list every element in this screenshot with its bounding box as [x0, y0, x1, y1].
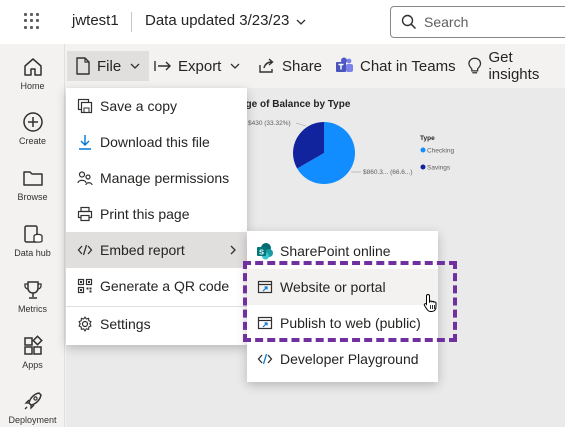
hand-cursor-icon: [423, 293, 437, 312]
share-button[interactable]: Share: [258, 51, 322, 81]
command-bar: File Export Share Chat in Teams Get insi…: [65, 44, 565, 88]
code-icon: [257, 353, 272, 365]
menu-item-manage-permissions[interactable]: Manage permissions: [66, 160, 247, 196]
submenu-item-developer-playground[interactable]: Developer Playground: [247, 341, 438, 377]
share-icon: [259, 58, 274, 73]
legend-entry-checking: Checking: [427, 148, 454, 155]
data-label-checking: $860.3... (66.6...): [363, 169, 413, 176]
chat-label: Chat in Teams: [360, 57, 456, 75]
folder-icon: [22, 171, 43, 186]
nav-label-home: Home: [20, 81, 45, 91]
export-button[interactable]: Export: [154, 51, 240, 81]
trophy-icon: [23, 281, 42, 299]
submenu-label: Developer Playground: [280, 351, 419, 367]
search-placeholder: Search: [424, 14, 469, 30]
chevron-down-icon: [130, 63, 140, 69]
plus-circle-icon: [22, 112, 43, 132]
nav-label-apps: Apps: [22, 360, 43, 370]
left-navigation: Home Create Browse Data hub Metrics Apps…: [0, 44, 65, 427]
nav-item-home[interactable]: Home: [0, 56, 65, 91]
sharepoint-icon: S: [256, 243, 273, 260]
download-icon: [79, 135, 91, 150]
save-copy-icon: [77, 98, 93, 114]
menu-item-download[interactable]: Download this file: [66, 124, 247, 160]
leader-line-savings: [295, 122, 307, 127]
nav-label-metrics: Metrics: [18, 304, 47, 314]
nav-item-create[interactable]: Create: [0, 111, 65, 146]
nav-item-deployment[interactable]: Deployment: [0, 390, 65, 425]
menu-item-print[interactable]: Print this page: [66, 196, 247, 232]
nav-item-apps[interactable]: Apps: [0, 335, 65, 370]
share-label: Share: [282, 57, 323, 75]
legend-marker-savings: [420, 164, 426, 170]
menu-label: Save a copy: [100, 98, 178, 114]
submenu-label: SharePoint online: [280, 243, 391, 259]
app-launcher-icon[interactable]: [24, 13, 40, 29]
chat-in-teams-button[interactable]: Chat in Teams: [335, 51, 456, 81]
data-label-savings: $430 (33.32%): [248, 120, 291, 127]
qr-code-icon: [77, 278, 93, 294]
menu-label: Generate a QR code: [100, 278, 230, 294]
menu-item-settings[interactable]: Settings: [66, 306, 247, 342]
database-icon: [23, 225, 43, 243]
export-icon: [154, 61, 171, 71]
search-icon: [401, 14, 417, 30]
apps-icon: [23, 335, 43, 355]
file-menu-button[interactable]: File: [67, 51, 149, 81]
chevron-down-icon[interactable]: [295, 16, 307, 28]
menu-label: Settings: [100, 316, 151, 332]
export-label: Export: [178, 57, 222, 75]
workspace-name[interactable]: jwtest1: [72, 12, 119, 29]
chevron-right-icon: [230, 245, 236, 255]
file-icon: [76, 57, 90, 75]
pie-chart[interactable]: $860.3... (66.6...) $430 (33.32%) Type C…: [240, 112, 470, 202]
home-icon: [23, 58, 42, 76]
chevron-down-icon: [230, 63, 240, 69]
nav-label-deployment: Deployment: [8, 415, 57, 425]
get-insights-button[interactable]: Get insights: [467, 49, 565, 83]
menu-item-embed-report[interactable]: Embed report: [66, 232, 247, 268]
svg-text:S: S: [258, 247, 263, 256]
nav-item-browse[interactable]: Browse: [0, 167, 65, 202]
gear-icon: [78, 316, 92, 332]
rocket-icon: [23, 392, 42, 410]
data-updated-label[interactable]: Data updated 3/23/23: [145, 12, 289, 29]
menu-item-save-copy[interactable]: Save a copy: [66, 88, 247, 124]
file-menu: Save a copy Download this file Manage pe…: [66, 88, 247, 345]
nav-label-create: Create: [18, 136, 46, 146]
top-header: jwtest1 Data updated 3/23/23 Search: [0, 0, 565, 44]
file-label: File: [97, 57, 122, 75]
nav-item-metrics[interactable]: Metrics: [0, 279, 65, 314]
chart-title: age of Balance by Type: [240, 99, 351, 110]
nav-label-data-hub: Data hub: [14, 248, 51, 258]
legend-marker-checking: [420, 147, 426, 153]
print-icon: [77, 206, 93, 222]
nav-label-browse: Browse: [17, 192, 48, 202]
insights-label: Get insights: [488, 49, 540, 83]
code-icon: [77, 244, 93, 256]
header-divider: [131, 12, 132, 32]
menu-label: Print this page: [100, 206, 190, 222]
lightbulb-icon: [468, 57, 482, 74]
teams-icon: [336, 57, 353, 72]
search-input[interactable]: Search: [390, 6, 565, 38]
menu-label: Download this file: [100, 134, 210, 150]
menu-label: Manage permissions: [100, 170, 230, 186]
legend-title: Type: [420, 135, 435, 142]
people-icon: [77, 171, 93, 186]
menu-item-qr-code[interactable]: Generate a QR code: [66, 268, 247, 304]
nav-item-data-hub[interactable]: Data hub: [0, 223, 65, 258]
legend-entry-savings: Savings: [427, 165, 451, 172]
menu-label: Embed report: [100, 242, 185, 258]
